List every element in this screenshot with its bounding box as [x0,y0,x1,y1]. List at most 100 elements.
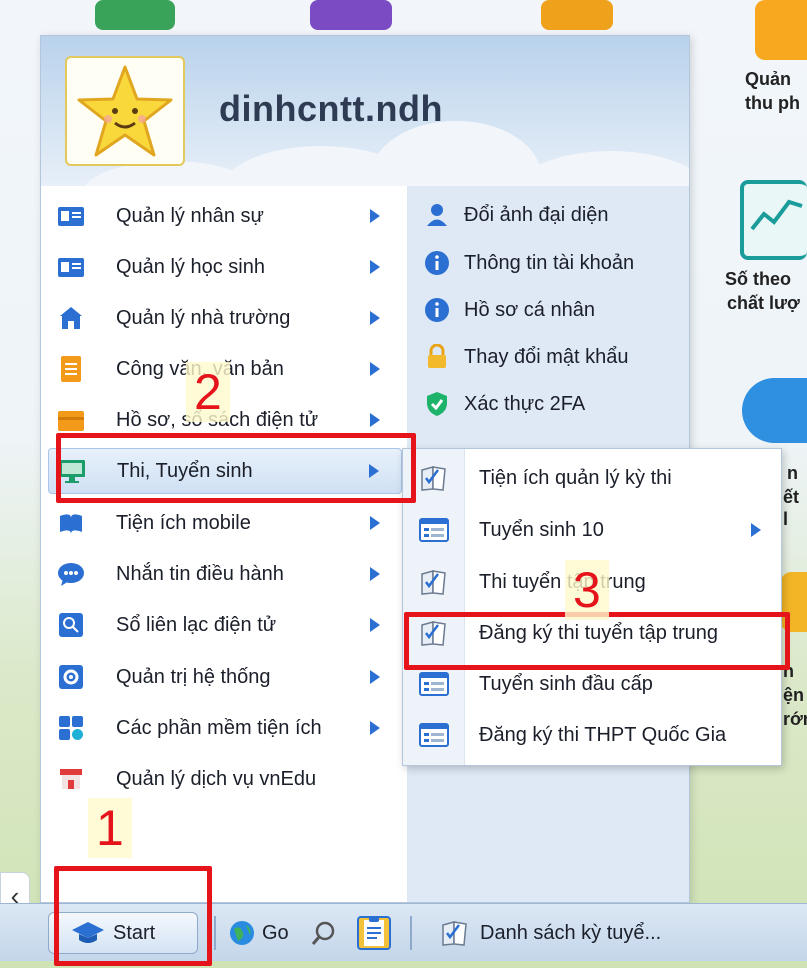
desktop-label-9: rớn [783,709,807,729]
document-icon [56,354,86,384]
clipboard-button[interactable] [355,914,393,952]
annotation-box-menu-item [56,433,416,503]
menu-item-label: Quản trị hệ thống [116,665,271,688]
search-button[interactable] [310,914,338,952]
menu-item-phan-mem-tien-ich[interactable]: Các phần mềm tiện ích [48,705,402,751]
folder-box-icon [56,405,86,435]
menu-item-label: Quản lý nhà trường [116,306,291,329]
submenu-item-tien-ich-ky-thi[interactable]: Tiện ích quản lý kỳ thi [403,453,781,503]
chevron-right-icon [370,618,380,632]
taskbar-window-danh-sach[interactable]: Danh sách kỳ tuyể... [440,914,661,952]
exam-paper-icon [419,463,449,493]
menu-item-nhan-tin[interactable]: Nhắn tin điều hành [48,551,402,597]
desktop-app-icon-purple[interactable] [310,0,392,30]
account-item-ho-so-ca-nhan[interactable]: Hồ sơ cá nhân [424,290,595,330]
menu-item-label: Quản lý nhân sự [116,204,264,227]
globe-icon [228,919,256,947]
menu-item-label: Tiện ích mobile [116,511,251,534]
info-icon [424,297,450,323]
star-avatar-icon [77,65,173,157]
mobile-book-icon [56,508,86,538]
form-list-icon [419,669,449,699]
account-item-label: Thay đổi mật khẩu [464,345,629,368]
menu-item-label: Nhắn tin điều hành [116,562,284,585]
chevron-right-icon [751,523,761,537]
account-item-label: Đổi ảnh đại diện [464,203,609,226]
menu-item-label: Quản lý học sinh [116,255,265,278]
chevron-right-icon [370,516,380,530]
account-item-thong-tin[interactable]: Thông tin tài khoản [424,243,634,283]
form-list-icon [419,515,449,545]
menu-item-so-lien-lac[interactable]: Sổ liên lạc điện tử [48,602,402,648]
menu-item-dich-vu-vnedu[interactable]: Quản lý dịch vụ vnEdu [48,756,402,802]
chevron-right-icon [370,362,380,376]
menu-item-quan-ly-hoc-sinh[interactable]: Quản lý học sinh [48,244,402,290]
annotation-box-start [54,866,212,966]
go-label: Go [262,921,289,944]
menu-item-quan-ly-nha-truong[interactable]: Quản lý nhà trường [48,295,402,341]
desktop-app-icon-orange[interactable] [541,0,613,30]
desktop-label-3: Số theo [725,269,791,289]
chevron-right-icon [370,721,380,735]
search-icon [310,919,338,947]
account-item-label: Hồ sơ cá nhân [464,298,595,321]
annotation-box-submenu-item [404,612,790,670]
submenu-item-label: Thi tuyển tập trung [479,570,646,593]
globe-icon[interactable] [742,378,807,443]
submenu-item-label: Tuyển sinh 10 [479,518,604,541]
chevron-right-icon [370,670,380,684]
chevron-right-icon [370,260,380,274]
desktop-label-6: ết l [783,487,800,529]
menu-item-label: Các phần mềm tiện ích [116,716,322,739]
clipboard-icon [355,914,393,952]
avatar[interactable] [65,56,185,166]
school-building-icon [56,303,86,333]
info-icon [424,250,450,276]
system-gear-icon [56,662,86,692]
chevron-right-icon [370,311,380,325]
menu-header: dinhcntt.ndh [41,36,689,186]
contact-book-icon [56,610,86,640]
desktop-label-5: n [787,463,798,483]
student-card-icon [56,252,86,282]
desktop-label-4: chất lượ [727,293,800,313]
submenu-item-label: Đăng ký thi THPT Quốc Gia [479,723,727,746]
submenu-item-dang-ky-thpt[interactable]: Đăng ký thi THPT Quốc Gia [403,710,781,760]
account-item-label: Thông tin tài khoản [464,251,635,274]
account-item-doi-mat-khau[interactable]: Thay đổi mật khẩu [424,337,629,377]
chevron-right-icon [370,567,380,581]
desktop-label-1: Quản [745,69,792,89]
user-icon [424,202,450,228]
exam-paper-icon [440,919,470,947]
desktop-app-icon-orange-large[interactable] [755,0,807,60]
menu-item-tien-ich-mobile[interactable]: Tiện ích mobile [48,500,402,546]
shield-check-icon [424,391,450,417]
username: dinhcntt.ndh [219,88,443,129]
annotation-step-1: 1 [88,798,132,858]
taskbar-window-label: Danh sách kỳ tuyể... [480,921,662,944]
desktop-app-icon-green[interactable] [95,0,175,30]
apps-grid-icon [56,713,86,743]
submenu-item-tuyen-sinh-10[interactable]: Tuyển sinh 10 [403,505,781,555]
desktop-label-2: thu ph [745,93,800,113]
form-list-icon [419,720,449,750]
chat-bubble-icon [56,559,86,589]
chevron-right-icon [370,209,380,223]
go-button[interactable]: Go [228,914,289,952]
annotation-step-3: 3 [565,560,609,620]
account-item-label: Xác thực 2FA [464,392,586,415]
chevron-right-icon [370,413,380,427]
menu-item-label: Quản lý dịch vụ vnEdu [116,767,317,790]
account-item-2fa[interactable]: Xác thực 2FA [424,384,585,424]
exam-paper-icon [419,567,449,597]
annotation-step-2: 2 [186,362,230,422]
submenu-item-label: Tiện ích quản lý kỳ thi [479,466,672,489]
chart-board-icon[interactable] [740,180,807,260]
menu-item-label: Sổ liên lạc điện tử [116,613,277,636]
lock-icon [424,344,450,370]
store-icon [56,764,86,794]
menu-item-quan-tri[interactable]: Quản trị hệ thống [48,654,402,700]
desktop-label-8: ện [783,685,805,705]
account-item-doi-anh[interactable]: Đổi ảnh đại diện [424,195,609,235]
menu-item-quan-ly-nhan-su[interactable]: Quản lý nhân sự [48,193,402,239]
